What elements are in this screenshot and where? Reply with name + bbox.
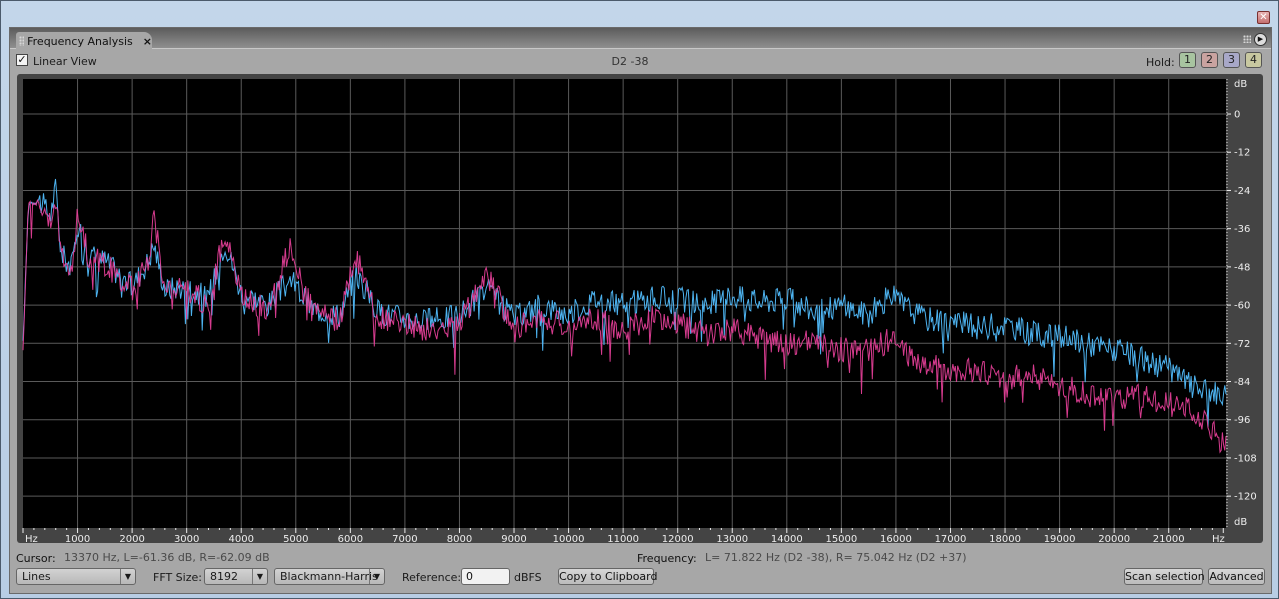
drag-grip-icon[interactable] <box>19 36 25 46</box>
linear-view-checkbox[interactable]: ✓ <box>16 54 28 66</box>
hold-button-1[interactable]: 1 <box>1179 52 1196 68</box>
x-tick-label: 9000 <box>501 534 526 543</box>
x-tick-label: 15000 <box>825 534 857 543</box>
x-tick-label: 3000 <box>174 534 199 543</box>
x-tick-label: 1000 <box>65 534 90 543</box>
reference-unit-label: dBFS <box>514 571 542 584</box>
cursor-value: 13370 Hz, L=-61.36 dB, R=-62.09 dB <box>64 551 270 564</box>
toolbar: ✓ Linear View D2 -38 Hold: 1 2 3 4 <box>10 52 1271 72</box>
hold-label: Hold: <box>1146 56 1175 69</box>
scan-selection-button[interactable]: Scan selection <box>1124 568 1205 585</box>
advanced-button[interactable]: Advanced <box>1208 568 1265 585</box>
fft-size-value: 8192 <box>210 570 238 583</box>
x-axis-unit-label-left: Hz <box>25 534 38 543</box>
reference-label: Reference: <box>402 571 462 584</box>
y-tick-label: -48 <box>1234 262 1250 273</box>
spectrum-plot[interactable]: Hz 1000 2000 3000 4000 5000 6000 7000 8000 9000 10… <box>17 74 1263 543</box>
fft-size-select[interactable]: 8192 ▼ <box>204 568 268 585</box>
chevron-down-icon[interactable]: ▼ <box>369 569 384 584</box>
y-axis-unit-label-bottom: dB <box>1234 517 1247 528</box>
y-tick-label: -36 <box>1234 224 1250 235</box>
window-function-select[interactable]: Blackmann-Harris ▼ <box>274 568 385 585</box>
y-tick-label: -60 <box>1234 301 1250 312</box>
panel-tab-bar: Frequency Analysis × ▶ <box>10 28 1271 50</box>
x-tick-label: 5000 <box>283 534 308 543</box>
x-tick-label: 11000 <box>607 534 639 543</box>
x-tick-label: 10000 <box>553 534 585 543</box>
cursor-label: Cursor: <box>16 552 56 565</box>
chevron-down-icon[interactable]: ▼ <box>252 569 267 584</box>
x-tick-label: 6000 <box>338 534 363 543</box>
y-tick-label: -108 <box>1234 453 1257 464</box>
note-readout: D2 -38 <box>611 55 649 68</box>
x-tick-label: 12000 <box>662 534 694 543</box>
x-tick-label: 17000 <box>935 534 967 543</box>
y-tick-label: -96 <box>1234 415 1250 426</box>
reference-input[interactable] <box>461 568 510 585</box>
linear-view-label[interactable]: Linear View <box>33 55 97 68</box>
tab-label: Frequency Analysis <box>27 34 133 48</box>
x-axis-unit-label-right: Hz <box>1212 534 1225 543</box>
hold-button-3[interactable]: 3 <box>1223 52 1240 68</box>
frequency-analysis-panel: Frequency Analysis × ▶ ✓ Linear View D2 … <box>9 27 1272 594</box>
chevron-down-icon[interactable]: ▼ <box>120 569 135 584</box>
display-mode-select[interactable]: Lines ▼ <box>16 568 136 585</box>
spectrum-graph[interactable]: Hz 1000 2000 3000 4000 5000 6000 7000 8000 9000 10… <box>17 74 1263 543</box>
x-tick-label: 20000 <box>1098 534 1130 543</box>
x-tick-label: 14000 <box>771 534 803 543</box>
x-tick-label: 7000 <box>392 534 417 543</box>
x-tick-label: 16000 <box>880 534 912 543</box>
hold-button-4[interactable]: 4 <box>1245 52 1262 68</box>
fft-size-label: FFT Size: <box>153 571 202 584</box>
controls-row: Lines ▼ FFT Size: 8192 ▼ Blackmann-Harri… <box>10 568 1271 588</box>
x-tick-label: 13000 <box>716 534 748 543</box>
y-axis-unit-label-top: dB <box>1234 79 1247 90</box>
copy-to-clipboard-button[interactable]: Copy to Clipboard <box>558 568 657 585</box>
x-tick-label: 21000 <box>1153 534 1185 543</box>
window-function-value: Blackmann-Harris <box>280 570 378 583</box>
x-tick-label: 4000 <box>229 534 254 543</box>
x-tick-label: 19000 <box>1044 534 1076 543</box>
y-tick-label: -120 <box>1234 492 1257 503</box>
y-tick-label: -24 <box>1234 186 1250 197</box>
display-mode-value: Lines <box>22 570 51 583</box>
app-window: ✕ Frequency Analysis × ▶ ✓ Linear View D… <box>0 0 1279 599</box>
panel-menu-button[interactable]: ▶ <box>1254 33 1267 46</box>
y-tick-label: 0 <box>1234 110 1240 121</box>
tab-close-icon[interactable]: × <box>143 35 152 48</box>
tab-frequency-analysis[interactable]: Frequency Analysis × <box>16 32 152 50</box>
close-icon: ✕ <box>1259 12 1268 23</box>
panel-grip-icon <box>1243 35 1251 43</box>
frequency-label: Frequency: <box>637 552 697 565</box>
status-row: Cursor: 13370 Hz, L=-61.36 dB, R=-62.09 … <box>10 550 1271 566</box>
y-tick-label: -84 <box>1234 377 1250 388</box>
y-tick-label: -12 <box>1234 148 1250 159</box>
frequency-value: L= 71.822 Hz (D2 -38), R= 75.042 Hz (D2 … <box>705 551 967 564</box>
x-tick-label: 2000 <box>119 534 144 543</box>
window-close-button[interactable]: ✕ <box>1257 11 1270 24</box>
x-tick-label: 18000 <box>989 534 1021 543</box>
x-tick-label: 8000 <box>447 534 472 543</box>
y-tick-label: -72 <box>1234 339 1250 350</box>
hold-button-2[interactable]: 2 <box>1201 52 1218 68</box>
